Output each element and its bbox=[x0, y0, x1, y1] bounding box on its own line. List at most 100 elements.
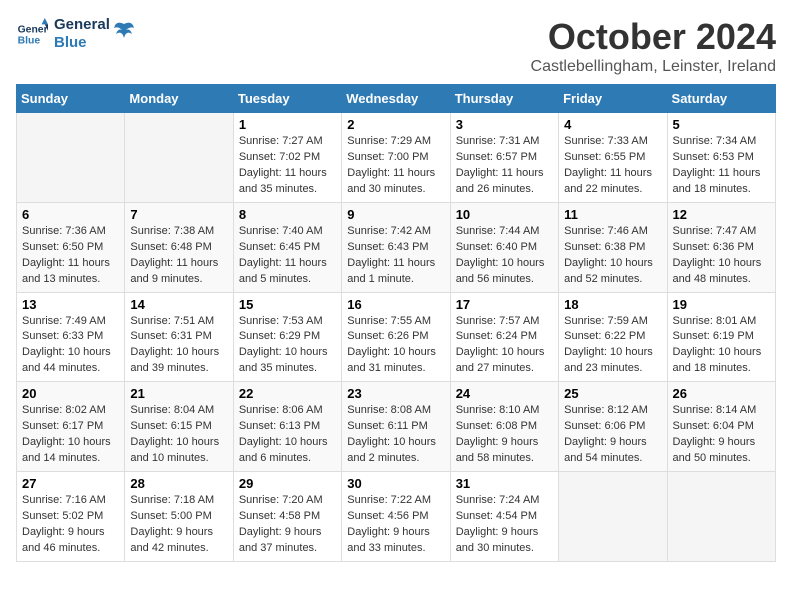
calendar-cell: 21Sunrise: 8:04 AM Sunset: 6:15 PM Dayli… bbox=[125, 382, 233, 472]
calendar-cell: 19 Sunrise: 8:01 AM Sunset: 6:19 PM Dayli… bbox=[667, 292, 775, 382]
calendar-cell: 14 Sunrise: 7:51 AM Sunset: 6:31 PM Dayli… bbox=[125, 292, 233, 382]
day-info: Sunrise: 7:55 AM Sunset: 6:26 PM Dayligh… bbox=[347, 314, 444, 378]
calendar-cell: 20 Sunrise: 8:02 AM Sunset: 6:17 PM Dayli… bbox=[17, 382, 125, 472]
day-info: Sunrise: 7:27 AM Sunset: 7:02 PM Dayligh… bbox=[239, 134, 336, 198]
day-info: Sunrise: 7:36 AM Sunset: 6:50 PM Dayligh… bbox=[22, 224, 119, 288]
calendar-cell: 7Sunrise: 7:38 AM Sunset: 6:48 PM Daylig… bbox=[125, 202, 233, 292]
calendar-cell: 11 Sunrise: 7:46 AM Sunset: 6:38 PM Dayli… bbox=[559, 202, 667, 292]
calendar-week-2: 6 Sunrise: 7:36 AM Sunset: 6:50 PM Daylig… bbox=[17, 202, 776, 292]
calendar-week-5: 27 Sunrise: 7:16 AM Sunset: 5:02 PM Dayli… bbox=[17, 472, 776, 562]
day-number: 29 bbox=[239, 476, 336, 491]
day-number: 23 bbox=[347, 386, 444, 401]
calendar-header: SundayMondayTuesdayWednesdayThursdayFrid… bbox=[17, 85, 776, 113]
day-info: Sunrise: 7:22 AM Sunset: 4:56 PM Dayligh… bbox=[347, 493, 444, 557]
calendar-cell: 5Sunrise: 7:34 AM Sunset: 6:53 PM Daylig… bbox=[667, 113, 775, 203]
day-info: Sunrise: 8:04 AM Sunset: 6:15 PM Dayligh… bbox=[130, 403, 227, 467]
day-number: 11 bbox=[564, 207, 661, 222]
day-number: 28 bbox=[130, 476, 227, 491]
day-info: Sunrise: 7:20 AM Sunset: 4:58 PM Dayligh… bbox=[239, 493, 336, 557]
weekday-header-wednesday: Wednesday bbox=[342, 85, 450, 113]
day-number: 5 bbox=[673, 117, 770, 132]
day-number: 3 bbox=[456, 117, 553, 132]
day-number: 15 bbox=[239, 297, 336, 312]
location: Castlebellingham, Leinster, Ireland bbox=[531, 58, 776, 76]
calendar-cell: 29 Sunrise: 7:20 AM Sunset: 4:58 PM Dayli… bbox=[233, 472, 341, 562]
day-number: 17 bbox=[456, 297, 553, 312]
day-info: Sunrise: 8:06 AM Sunset: 6:13 PM Dayligh… bbox=[239, 403, 336, 467]
calendar-cell bbox=[559, 472, 667, 562]
svg-text:Blue: Blue bbox=[18, 36, 41, 47]
calendar-cell: 4 Sunrise: 7:33 AM Sunset: 6:55 PM Daylig… bbox=[559, 113, 667, 203]
day-number: 9 bbox=[347, 207, 444, 222]
calendar-cell: 18Sunrise: 7:59 AM Sunset: 6:22 PM Dayli… bbox=[559, 292, 667, 382]
day-info: Sunrise: 7:42 AM Sunset: 6:43 PM Dayligh… bbox=[347, 224, 444, 288]
calendar-cell: 1 Sunrise: 7:27 AM Sunset: 7:02 PM Daylig… bbox=[233, 113, 341, 203]
calendar-cell bbox=[17, 113, 125, 203]
calendar-cell: 23Sunrise: 8:08 AM Sunset: 6:11 PM Dayli… bbox=[342, 382, 450, 472]
calendar-week-4: 20 Sunrise: 8:02 AM Sunset: 6:17 PM Dayli… bbox=[17, 382, 776, 472]
day-info: Sunrise: 7:57 AM Sunset: 6:24 PM Dayligh… bbox=[456, 314, 553, 378]
calendar-cell: 6 Sunrise: 7:36 AM Sunset: 6:50 PM Daylig… bbox=[17, 202, 125, 292]
calendar-cell: 22 Sunrise: 8:06 AM Sunset: 6:13 PM Dayli… bbox=[233, 382, 341, 472]
calendar-cell: 10Sunrise: 7:44 AM Sunset: 6:40 PM Dayli… bbox=[450, 202, 558, 292]
day-number: 14 bbox=[130, 297, 227, 312]
day-number: 8 bbox=[239, 207, 336, 222]
day-number: 20 bbox=[22, 386, 119, 401]
day-info: Sunrise: 7:51 AM Sunset: 6:31 PM Dayligh… bbox=[130, 314, 227, 378]
day-number: 7 bbox=[130, 207, 227, 222]
day-number: 4 bbox=[564, 117, 661, 132]
day-number: 27 bbox=[22, 476, 119, 491]
day-info: Sunrise: 7:46 AM Sunset: 6:38 PM Dayligh… bbox=[564, 224, 661, 288]
title-area: October 2024 Castlebellingham, Leinster,… bbox=[531, 16, 776, 76]
day-info: Sunrise: 8:14 AM Sunset: 6:04 PM Dayligh… bbox=[673, 403, 770, 467]
calendar-cell bbox=[667, 472, 775, 562]
day-number: 6 bbox=[22, 207, 119, 222]
logo-general: General bbox=[54, 16, 110, 34]
day-number: 13 bbox=[22, 297, 119, 312]
logo-icon: General Blue bbox=[16, 18, 48, 50]
day-info: Sunrise: 7:24 AM Sunset: 4:54 PM Dayligh… bbox=[456, 493, 553, 557]
weekday-header-tuesday: Tuesday bbox=[233, 85, 341, 113]
calendar-cell: 16 Sunrise: 7:55 AM Sunset: 6:26 PM Dayli… bbox=[342, 292, 450, 382]
day-number: 24 bbox=[456, 386, 553, 401]
day-number: 19 bbox=[673, 297, 770, 312]
day-info: Sunrise: 7:47 AM Sunset: 6:36 PM Dayligh… bbox=[673, 224, 770, 288]
day-info: Sunrise: 7:18 AM Sunset: 5:00 PM Dayligh… bbox=[130, 493, 227, 557]
day-number: 22 bbox=[239, 386, 336, 401]
day-info: Sunrise: 7:53 AM Sunset: 6:29 PM Dayligh… bbox=[239, 314, 336, 378]
calendar-cell: 15 Sunrise: 7:53 AM Sunset: 6:29 PM Dayli… bbox=[233, 292, 341, 382]
calendar-cell: 31Sunrise: 7:24 AM Sunset: 4:54 PM Dayli… bbox=[450, 472, 558, 562]
day-number: 30 bbox=[347, 476, 444, 491]
day-number: 26 bbox=[673, 386, 770, 401]
calendar-cell: 27 Sunrise: 7:16 AM Sunset: 5:02 PM Dayli… bbox=[17, 472, 125, 562]
calendar-cell: 24 Sunrise: 8:10 AM Sunset: 6:08 PM Dayli… bbox=[450, 382, 558, 472]
calendar-cell: 13Sunrise: 7:49 AM Sunset: 6:33 PM Dayli… bbox=[17, 292, 125, 382]
svg-text:General: General bbox=[18, 24, 48, 35]
day-info: Sunrise: 8:02 AM Sunset: 6:17 PM Dayligh… bbox=[22, 403, 119, 467]
calendar-cell: 3Sunrise: 7:31 AM Sunset: 6:57 PM Daylig… bbox=[450, 113, 558, 203]
calendar-cell: 26 Sunrise: 8:14 AM Sunset: 6:04 PM Dayli… bbox=[667, 382, 775, 472]
day-number: 1 bbox=[239, 117, 336, 132]
calendar-cell bbox=[125, 113, 233, 203]
logo: General Blue General Blue bbox=[16, 16, 134, 52]
calendar-cell: 17 Sunrise: 7:57 AM Sunset: 6:24 PM Dayli… bbox=[450, 292, 558, 382]
day-info: Sunrise: 7:16 AM Sunset: 5:02 PM Dayligh… bbox=[22, 493, 119, 557]
calendar-cell: 28 Sunrise: 7:18 AM Sunset: 5:00 PM Dayli… bbox=[125, 472, 233, 562]
day-info: Sunrise: 7:59 AM Sunset: 6:22 PM Dayligh… bbox=[564, 314, 661, 378]
calendar-table: SundayMondayTuesdayWednesdayThursdayFrid… bbox=[16, 84, 776, 562]
day-info: Sunrise: 7:29 AM Sunset: 7:00 PM Dayligh… bbox=[347, 134, 444, 198]
calendar-cell: 25Sunrise: 8:12 AM Sunset: 6:06 PM Dayli… bbox=[559, 382, 667, 472]
weekday-header-thursday: Thursday bbox=[450, 85, 558, 113]
day-info: Sunrise: 7:44 AM Sunset: 6:40 PM Dayligh… bbox=[456, 224, 553, 288]
weekday-header-monday: Monday bbox=[125, 85, 233, 113]
day-info: Sunrise: 7:40 AM Sunset: 6:45 PM Dayligh… bbox=[239, 224, 336, 288]
day-info: Sunrise: 8:01 AM Sunset: 6:19 PM Dayligh… bbox=[673, 314, 770, 378]
day-number: 12 bbox=[673, 207, 770, 222]
calendar-cell: 9 Sunrise: 7:42 AM Sunset: 6:43 PM Daylig… bbox=[342, 202, 450, 292]
day-info: Sunrise: 8:10 AM Sunset: 6:08 PM Dayligh… bbox=[456, 403, 553, 467]
weekday-header-sunday: Sunday bbox=[17, 85, 125, 113]
calendar-cell: 8 Sunrise: 7:40 AM Sunset: 6:45 PM Daylig… bbox=[233, 202, 341, 292]
logo-bird-icon bbox=[114, 20, 134, 48]
day-info: Sunrise: 7:33 AM Sunset: 6:55 PM Dayligh… bbox=[564, 134, 661, 198]
day-number: 16 bbox=[347, 297, 444, 312]
